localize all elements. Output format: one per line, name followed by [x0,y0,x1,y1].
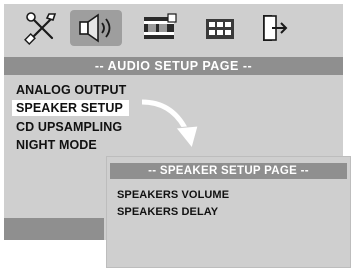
exit-icon [263,15,288,41]
wrench-screwdriver-icon [24,12,57,45]
speaker-icon [79,13,111,43]
tab-preference-setup[interactable] [202,10,238,46]
submenu-title: -- SPEAKER SETUP PAGE -- [110,163,347,179]
tab-exit[interactable] [258,10,292,46]
menu-item-cd-upsampling[interactable]: CD UPSAMPLING [16,119,122,135]
tab-audio-setup[interactable] [70,10,122,46]
tab-general-setup[interactable] [22,10,62,46]
speaker-setup-submenu: -- SPEAKER SETUP PAGE -- SPEAKERS VOLUME… [106,156,351,268]
tab-video-setup[interactable] [138,10,182,46]
menu-item-night-mode[interactable]: NIGHT MODE [16,137,97,153]
submenu-item-speakers-volume[interactable]: SPEAKERS VOLUME [117,189,229,201]
panel-footer-strip [4,218,104,240]
submenu-item-speakers-delay[interactable]: SPEAKERS DELAY [117,206,218,218]
menu-item-analog-output[interactable]: ANALOG OUTPUT [16,82,126,98]
page-title: -- AUDIO SETUP PAGE -- [4,57,343,75]
menu-item-speaker-setup[interactable]: SPEAKER SETUP [12,100,129,116]
film-strip-icon [144,13,177,39]
curved-arrow-icon [141,99,199,150]
grid-icon [206,19,234,39]
setup-icon-bar [4,4,343,52]
